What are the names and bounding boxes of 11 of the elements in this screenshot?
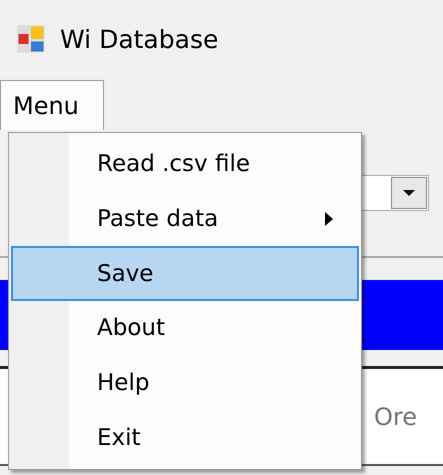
app-icon	[16, 24, 46, 54]
column-header: Ore	[374, 402, 417, 430]
menu-item[interactable]: Exit	[11, 410, 359, 466]
menu-item[interactable]: About	[11, 301, 359, 356]
menu-tab[interactable]: Menu	[0, 80, 104, 130]
menu-item[interactable]: Save	[11, 246, 359, 302]
caret-icon	[391, 177, 427, 209]
menu-item[interactable]: Paste data	[11, 192, 359, 246]
window-title: Wi Database	[60, 24, 218, 54]
menu-item[interactable]: Read .csv file	[11, 137, 359, 192]
menu-item[interactable]: Help	[11, 356, 359, 410]
